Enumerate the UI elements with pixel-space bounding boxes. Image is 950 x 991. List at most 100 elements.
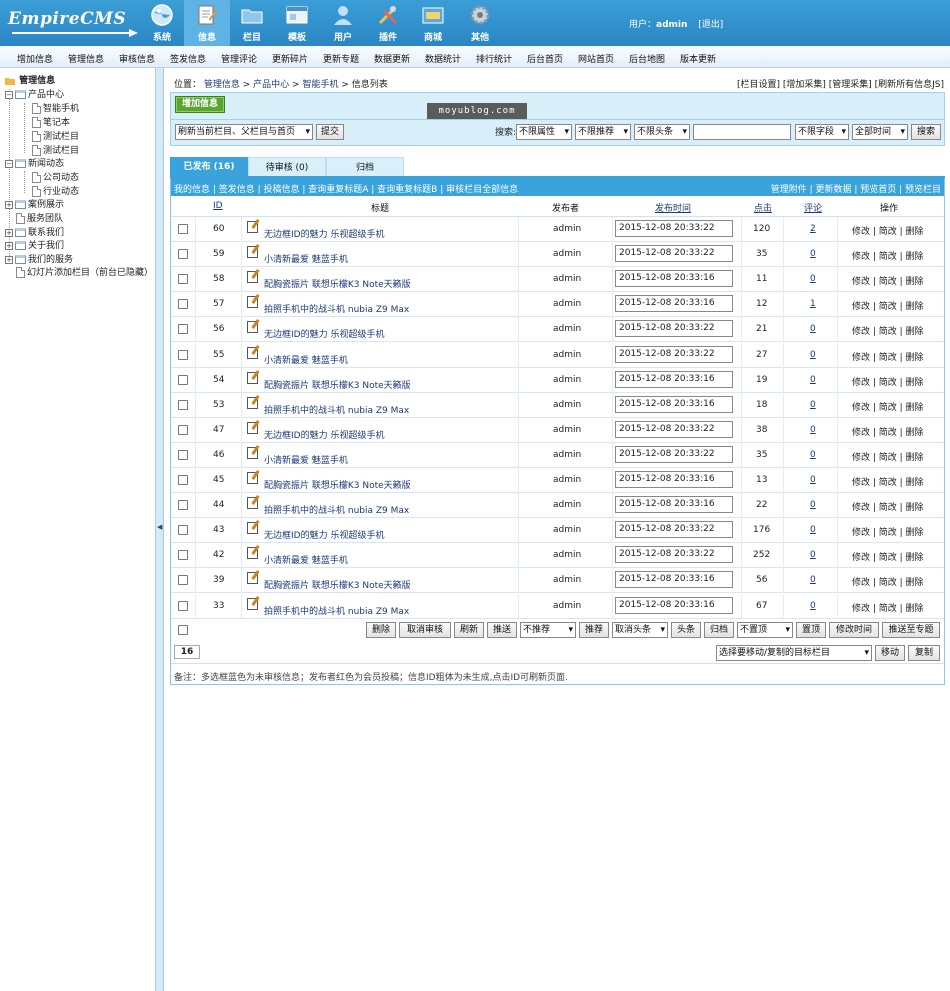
row-time-field[interactable]: 2015-12-08 20:33:22	[615, 546, 733, 564]
tree-item-services[interactable]: + 我们的服务	[5, 254, 73, 267]
row-title-link[interactable]: 配胸瓷振片 联想乐檬K3 Note天籁版	[264, 478, 411, 491]
row-time-field[interactable]: 2015-12-08 20:33:22	[615, 245, 733, 263]
search-input[interactable]	[693, 124, 791, 140]
row-ops[interactable]: 修改 | 简改 | 删除	[852, 450, 924, 463]
row-ops[interactable]: 修改 | 简改 | 删除	[852, 274, 924, 287]
row-checkbox[interactable]	[178, 575, 188, 586]
target-column-select[interactable]: 选择要移动/复制的目标栏目	[716, 645, 872, 661]
row-id[interactable]: 33	[213, 601, 224, 611]
row-id[interactable]: 39	[213, 575, 224, 585]
field-select[interactable]: 不限字段	[795, 124, 849, 140]
row-ops[interactable]: 修改 | 简改 | 删除	[852, 249, 924, 262]
row-checkbox[interactable]	[178, 324, 188, 335]
nav-plugins[interactable]: 插件	[365, 0, 411, 46]
logout-link[interactable]: [退出]	[698, 20, 723, 30]
row-title-link[interactable]: 无边框ID的魅力 乐视超级手机	[264, 428, 384, 441]
row-comments-link[interactable]: 0	[810, 400, 816, 410]
push-button[interactable]: 推送	[487, 622, 517, 638]
header-comments[interactable]: 评论	[804, 201, 822, 214]
row-time-field[interactable]: 2015-12-08 20:33:22	[615, 220, 733, 237]
collapse-arrow-icon[interactable]: ◀	[157, 523, 162, 531]
menu-admin-home[interactable]: 后台首页	[527, 52, 563, 65]
header-hits[interactable]: 点击	[754, 201, 772, 214]
row-checkbox[interactable]	[178, 550, 188, 561]
expand-icon[interactable]: +	[5, 255, 13, 264]
row-time-field[interactable]: 2015-12-08 20:33:22	[615, 320, 733, 338]
collapse-icon[interactable]: −	[5, 159, 13, 168]
row-comments-link[interactable]: 0	[810, 425, 816, 435]
row-checkbox[interactable]	[178, 299, 188, 310]
row-ops[interactable]: 修改 | 简改 | 删除	[852, 500, 924, 513]
tree-item-cases[interactable]: + 案例展示	[5, 199, 64, 212]
nav-info[interactable]: 信息	[184, 0, 230, 46]
row-ops[interactable]: 修改 | 简改 | 删除	[852, 350, 924, 363]
row-comments-link[interactable]: 0	[810, 525, 816, 535]
menu-manage-info[interactable]: 管理信息	[68, 52, 104, 65]
row-comments-link[interactable]: 0	[810, 550, 816, 560]
row-title-link[interactable]: 拍照手机中的战斗机 nubia Z9 Max	[264, 302, 409, 315]
row-title-link[interactable]: 小清新最爱 魅蓝手机	[264, 353, 348, 366]
row-ops[interactable]: 修改 | 简改 | 删除	[852, 299, 924, 312]
attribute-select[interactable]: 不限属性	[516, 124, 572, 140]
list-links-left[interactable]: 我的信息 | 签发信息 | 投稿信息 | 查询重复标题A | 查询重复标题B |…	[174, 182, 518, 195]
row-title-link[interactable]: 拍照手机中的战斗机 nubia Z9 Max	[264, 403, 409, 416]
row-checkbox[interactable]	[178, 274, 188, 285]
row-comments-link[interactable]: 0	[810, 575, 816, 585]
row-time-field[interactable]: 2015-12-08 20:33:22	[615, 445, 733, 463]
row-title-link[interactable]: 小清新最爱 魅蓝手机	[264, 252, 348, 265]
sidebar-toggle-rail[interactable]: ◀	[155, 68, 164, 991]
row-time-field[interactable]: 2015-12-08 20:33:16	[615, 295, 733, 313]
row-checkbox[interactable]	[178, 475, 188, 485]
row-checkbox[interactable]	[178, 349, 188, 360]
row-checkbox[interactable]	[178, 224, 188, 234]
row-comments-link[interactable]: 1	[810, 299, 816, 309]
row-id[interactable]: 45	[213, 475, 224, 485]
row-checkbox[interactable]	[178, 449, 188, 460]
row-checkbox[interactable]	[178, 374, 188, 385]
row-title-link[interactable]: 拍照手机中的战斗机 nubia Z9 Max	[264, 604, 409, 617]
row-id[interactable]: 53	[213, 400, 224, 410]
menu-site-home[interactable]: 网站首页	[578, 52, 614, 65]
tree-root[interactable]: 管理信息	[5, 75, 55, 88]
tree-item-about[interactable]: + 关于我们	[5, 240, 64, 253]
row-comments-link[interactable]: 0	[810, 450, 816, 460]
move-button[interactable]: 移动	[875, 645, 905, 661]
menu-sign-info[interactable]: 签发信息	[170, 52, 206, 65]
menu-update-fragments[interactable]: 更新碎片	[272, 52, 308, 65]
row-ops[interactable]: 修改 | 简改 | 删除	[852, 575, 924, 588]
menu-manage-comments[interactable]: 管理评论	[221, 52, 257, 65]
breadcrumb-product-center[interactable]: 产品中心	[253, 80, 289, 90]
tab-published[interactable]: 已发布 (16)	[170, 157, 248, 177]
tree-item-slides[interactable]: 幻灯片添加栏目（前台已隐藏）	[14, 267, 154, 293]
menu-review-info[interactable]: 审核信息	[119, 52, 155, 65]
expand-icon[interactable]: +	[5, 228, 13, 237]
expand-icon[interactable]: +	[5, 200, 13, 209]
time-select[interactable]: 全部时间	[852, 124, 908, 140]
row-id[interactable]: 55	[213, 350, 224, 360]
nav-users[interactable]: 用户	[320, 0, 366, 46]
top-level-select[interactable]: 不置顶	[737, 622, 793, 638]
row-time-field[interactable]: 2015-12-08 20:33:16	[615, 395, 733, 413]
delete-button[interactable]: 删除	[366, 622, 396, 638]
row-checkbox[interactable]	[178, 525, 188, 536]
row-id[interactable]: 43	[213, 525, 224, 535]
row-title-link[interactable]: 配胸瓷振片 联想乐檬K3 Note天籁版	[264, 277, 411, 290]
copy-button[interactable]: 复制	[908, 645, 940, 661]
row-time-field[interactable]: 2015-12-08 20:33:22	[615, 521, 733, 539]
recommend-level-select[interactable]: 不推荐	[520, 622, 576, 638]
row-comments-link[interactable]: 0	[810, 350, 816, 360]
row-title-link[interactable]: 小清新最爱 魅蓝手机	[264, 553, 348, 566]
column-links[interactable]: [栏目设置] [增加采集] [管理采集] [刷新所有信息JS]	[737, 77, 944, 90]
search-button[interactable]: 搜索	[911, 124, 941, 140]
menu-rank-stats[interactable]: 排行统计	[476, 52, 512, 65]
row-id[interactable]: 58	[213, 274, 224, 284]
row-id[interactable]: 56	[213, 324, 224, 334]
row-checkbox[interactable]	[178, 600, 188, 611]
row-ops[interactable]: 修改 | 简改 | 删除	[852, 425, 924, 438]
row-id[interactable]: 54	[213, 375, 224, 385]
tree-item-laptop[interactable]: 笔记本	[30, 117, 70, 130]
row-time-field[interactable]: 2015-12-08 20:33:16	[615, 270, 733, 288]
headline-button[interactable]: 头条	[671, 622, 701, 638]
row-checkbox[interactable]	[178, 399, 188, 410]
tree-item-product-center[interactable]: − 产品中心	[5, 89, 64, 102]
